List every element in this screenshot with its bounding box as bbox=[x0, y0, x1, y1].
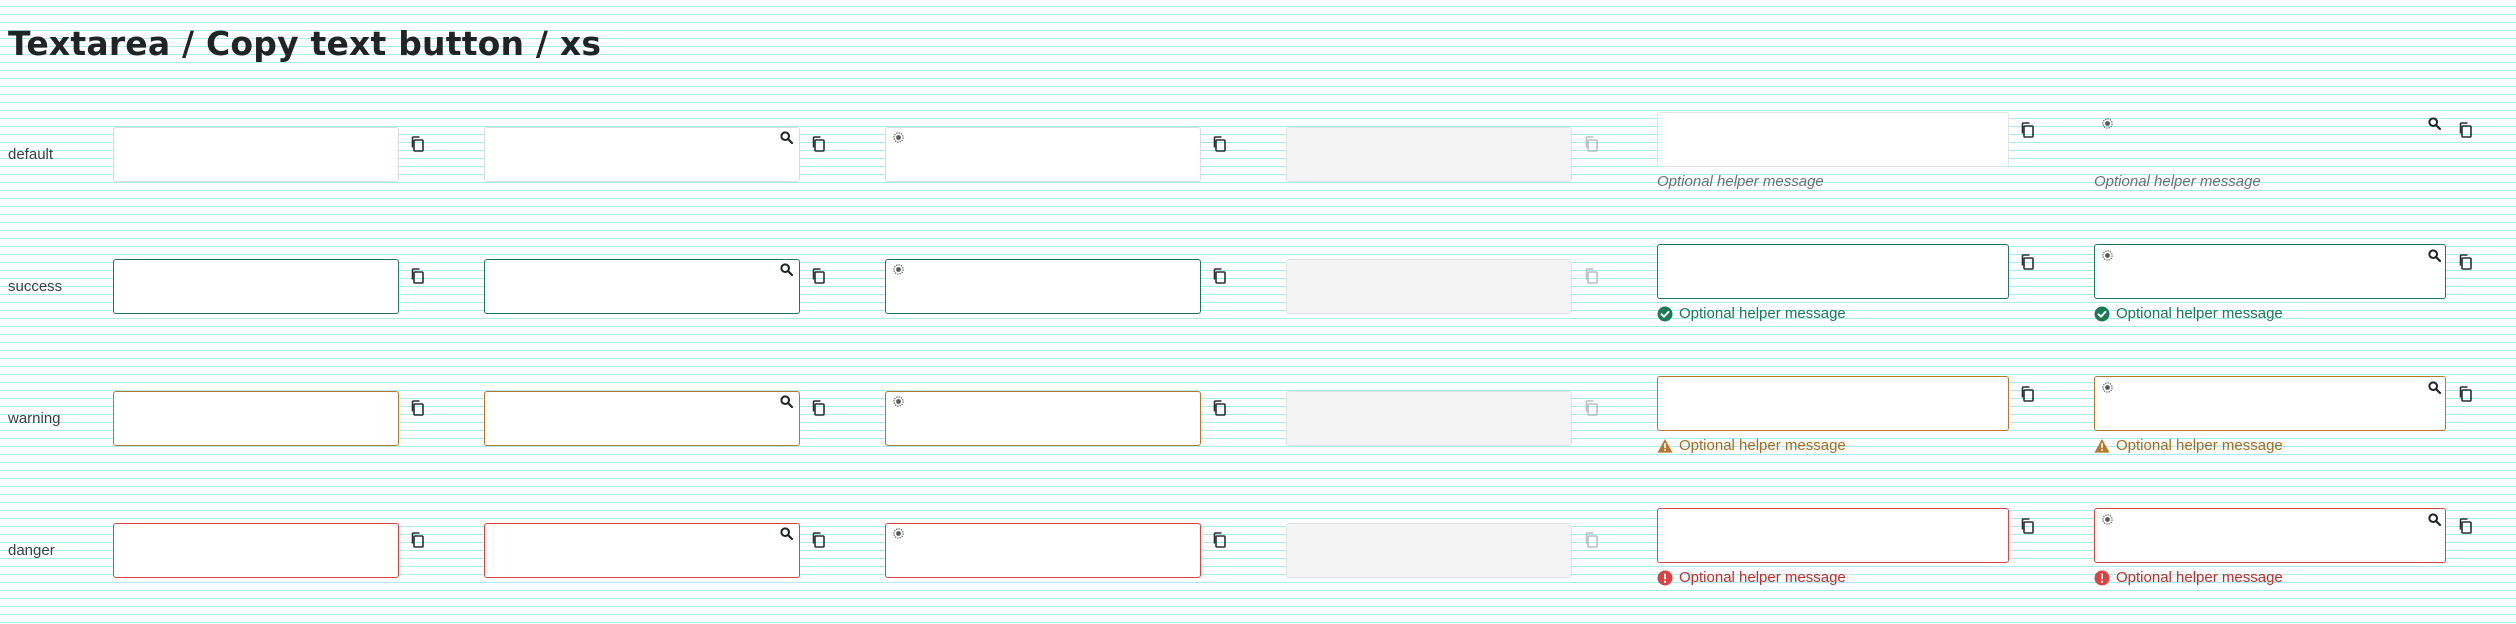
copy-icon[interactable] bbox=[1212, 268, 1226, 284]
row-label-success: success bbox=[8, 278, 63, 295]
copy-icon[interactable] bbox=[2020, 518, 2034, 534]
textarea-danger-search[interactable] bbox=[484, 523, 800, 578]
copy-icon[interactable] bbox=[2458, 386, 2472, 402]
textarea-warning-with-helper[interactable] bbox=[1657, 376, 2009, 431]
helper-text: Optional helper message bbox=[2094, 173, 2261, 190]
search-icon bbox=[2428, 381, 2442, 395]
copy-icon[interactable] bbox=[1212, 400, 1226, 416]
copy-icon bbox=[1584, 532, 1598, 548]
sun-icon bbox=[2101, 117, 2114, 130]
copy-icon[interactable] bbox=[1212, 136, 1226, 152]
row-label-danger: danger bbox=[8, 542, 55, 559]
helper-text: Optional helper message bbox=[2116, 305, 2283, 322]
helper-text: Optional helper message bbox=[1679, 569, 1846, 586]
copy-icon bbox=[1584, 136, 1598, 152]
copy-icon[interactable] bbox=[410, 268, 424, 284]
sun-icon bbox=[2101, 381, 2114, 394]
textarea-success-icons-helper[interactable] bbox=[2094, 244, 2446, 299]
copy-icon[interactable] bbox=[811, 532, 825, 548]
textarea-warning-disabled bbox=[1286, 391, 1572, 446]
textarea-default-disabled bbox=[1286, 127, 1572, 182]
copy-icon[interactable] bbox=[2458, 254, 2472, 270]
copy-icon[interactable] bbox=[811, 268, 825, 284]
copy-icon[interactable] bbox=[2020, 254, 2034, 270]
textarea-default-search[interactable] bbox=[484, 127, 800, 182]
search-icon bbox=[780, 131, 794, 145]
copy-icon[interactable] bbox=[811, 136, 825, 152]
copy-icon bbox=[1584, 268, 1598, 284]
check-circle-icon bbox=[2094, 306, 2110, 322]
helper-message: Optional helper message bbox=[2094, 173, 2261, 190]
helper-message-success: Optional helper message bbox=[1657, 305, 1846, 322]
error-circle-icon bbox=[1657, 570, 1673, 586]
sun-icon bbox=[892, 527, 905, 540]
textarea-danger-with-helper[interactable] bbox=[1657, 508, 2009, 563]
textarea-danger-disabled bbox=[1286, 523, 1572, 578]
search-icon bbox=[2428, 513, 2442, 527]
helper-message-danger: Optional helper message bbox=[1657, 569, 1846, 586]
helper-text: Optional helper message bbox=[1679, 437, 1846, 454]
helper-message-success: Optional helper message bbox=[2094, 305, 2283, 322]
search-icon bbox=[780, 395, 794, 409]
textarea-danger-leading-icon[interactable] bbox=[885, 523, 1201, 578]
helper-message-warning: Optional helper message bbox=[2094, 437, 2283, 454]
helper-text: Optional helper message bbox=[2116, 569, 2283, 586]
textarea-success-search[interactable] bbox=[484, 259, 800, 314]
helper-message-warning: Optional helper message bbox=[1657, 437, 1846, 454]
search-icon bbox=[780, 527, 794, 541]
warning-triangle-icon bbox=[2094, 438, 2110, 454]
textarea-success-leading-icon[interactable] bbox=[885, 259, 1201, 314]
helper-text: Optional helper message bbox=[1657, 173, 1824, 190]
textarea-default-leading-icon[interactable] bbox=[885, 127, 1201, 182]
copy-icon[interactable] bbox=[2458, 518, 2472, 534]
textarea-danger-plain[interactable] bbox=[113, 523, 399, 578]
textarea-warning-icons-helper[interactable] bbox=[2094, 376, 2446, 431]
copy-icon[interactable] bbox=[2458, 122, 2472, 138]
sun-icon bbox=[892, 395, 905, 408]
helper-message-danger: Optional helper message bbox=[2094, 569, 2283, 586]
search-icon bbox=[2428, 249, 2442, 263]
textarea-danger-icons-helper[interactable] bbox=[2094, 508, 2446, 563]
sun-icon bbox=[2101, 249, 2114, 262]
search-icon bbox=[780, 263, 794, 277]
copy-icon[interactable] bbox=[410, 136, 424, 152]
copy-icon[interactable] bbox=[1212, 532, 1226, 548]
sun-icon bbox=[2101, 513, 2114, 526]
copy-icon[interactable] bbox=[2020, 386, 2034, 402]
sun-icon bbox=[892, 263, 905, 276]
helper-text: Optional helper message bbox=[2116, 437, 2283, 454]
sun-icon bbox=[892, 131, 905, 144]
row-label-warning: warning bbox=[8, 410, 61, 427]
row-label-default: default bbox=[8, 146, 54, 163]
textarea-warning-plain[interactable] bbox=[113, 391, 399, 446]
copy-icon[interactable] bbox=[811, 400, 825, 416]
search-icon bbox=[2428, 117, 2442, 131]
textarea-success-plain[interactable] bbox=[113, 259, 399, 314]
textarea-warning-leading-icon[interactable] bbox=[885, 391, 1201, 446]
warning-triangle-icon bbox=[1657, 438, 1673, 454]
check-circle-icon bbox=[1657, 306, 1673, 322]
textarea-success-disabled bbox=[1286, 259, 1572, 314]
copy-icon bbox=[1584, 400, 1598, 416]
textarea-default-with-helper[interactable] bbox=[1657, 112, 2009, 167]
page-title: Textarea / Copy text button / xs bbox=[8, 24, 602, 63]
copy-icon[interactable] bbox=[410, 532, 424, 548]
helper-message: Optional helper message bbox=[1657, 173, 1824, 190]
textarea-success-with-helper[interactable] bbox=[1657, 244, 2009, 299]
copy-icon[interactable] bbox=[2020, 122, 2034, 138]
error-circle-icon bbox=[2094, 570, 2110, 586]
textarea-warning-search[interactable] bbox=[484, 391, 800, 446]
copy-icon[interactable] bbox=[410, 400, 424, 416]
helper-text: Optional helper message bbox=[1679, 305, 1846, 322]
textarea-default-plain[interactable] bbox=[113, 127, 399, 182]
